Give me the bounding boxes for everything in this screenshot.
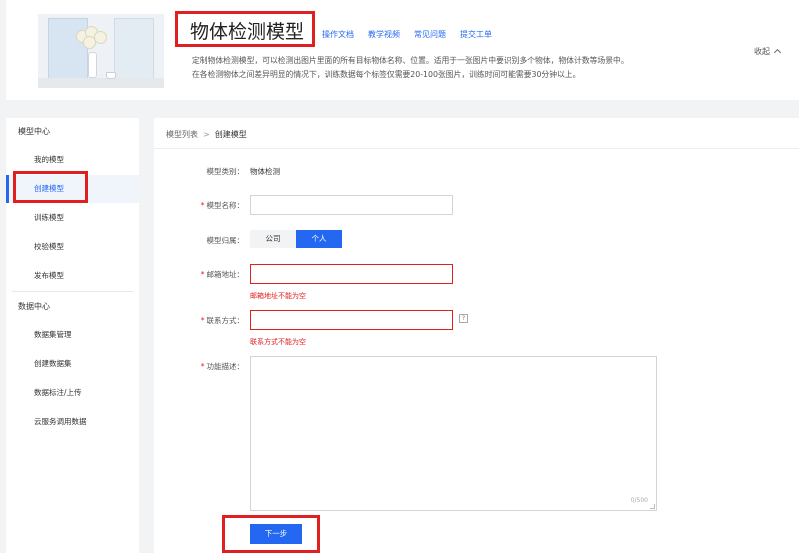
sidebar-item-validate-model[interactable]: 校验模型 [6, 233, 139, 261]
breadcrumb-divider [154, 148, 799, 149]
link-faq[interactable]: 常见问题 [414, 29, 446, 40]
breadcrumb-separator: > [203, 130, 210, 139]
chevron-up-icon [773, 48, 782, 57]
sidebar-item-cloud-service-data[interactable]: 云服务调用数据 [6, 408, 139, 436]
breadcrumb: 模型列表 > 创建模型 [166, 129, 247, 140]
model-intro-header [6, 0, 799, 100]
description-textarea[interactable]: 0/500 [250, 356, 657, 511]
help-icon[interactable]: ? [459, 314, 468, 323]
description-label: * 功能描述： [200, 362, 244, 371]
link-docs[interactable]: 操作文档 [322, 29, 354, 40]
sidebar-item-dataset-management[interactable]: 数据集管理 [6, 321, 139, 349]
collapse-label: 收起 [754, 47, 770, 56]
sidebar-item-publish-model[interactable]: 发布模型 [6, 262, 139, 290]
breadcrumb-current: 创建模型 [214, 130, 247, 139]
model-type-value: 物体检测 [250, 167, 280, 176]
resize-handle-icon[interactable] [650, 504, 655, 509]
page-title: 物体检测模型 [190, 21, 305, 43]
description-char-counter: 0/500 [630, 497, 648, 504]
header-links: 操作文档 教学视频 常见问题 提交工单 [322, 29, 492, 40]
collapse-toggle[interactable]: 收起 [754, 46, 782, 57]
description-line-2: 在各检测物体之间差异明显的情况下，训练数据每个标签仅需要20-100张图片，训练… [192, 70, 581, 79]
sidebar-item-my-models[interactable]: 我的模型 [6, 146, 139, 174]
required-mark: * [200, 316, 205, 325]
contact-label: * 联系方式： [200, 316, 244, 325]
model-type-label: 模型类别： [206, 167, 245, 176]
email-label: * 邮箱地址： [200, 270, 244, 279]
ownership-option-company[interactable]: 公司 [250, 230, 296, 248]
required-mark: * [200, 270, 205, 279]
header-thumbnail-image [38, 14, 164, 88]
next-step-button[interactable]: 下一步 [250, 524, 302, 544]
ownership-toggle: 公司 个人 [250, 230, 342, 248]
main-panel: 模型列表 > 创建模型 模型类别： 物体检测 * 模型名称： 模型归属： 公司 个人 … [154, 118, 799, 553]
active-item-highlight-box [13, 171, 88, 203]
sidebar-divider [12, 291, 133, 292]
breadcrumb-model-list[interactable]: 模型列表 [166, 130, 198, 139]
model-name-input[interactable] [250, 195, 453, 215]
email-input[interactable] [250, 264, 453, 284]
description-line-1: 定制物体检测模型，可以检测出图片里面的所有目标物体名称、位置。适用于一张图片中要… [192, 56, 629, 65]
ownership-option-personal[interactable]: 个人 [296, 230, 342, 248]
contact-input[interactable] [250, 310, 453, 330]
sidebar-item-train-model[interactable]: 训练模型 [6, 204, 139, 232]
required-mark: * [200, 201, 205, 210]
link-submit-ticket[interactable]: 提交工单 [460, 29, 492, 40]
sidebar-group-model-center: 模型中心 [18, 127, 50, 136]
ownership-label: 模型归属： [206, 236, 245, 245]
link-tutorial-video[interactable]: 教学视频 [368, 29, 400, 40]
sidebar-item-create-dataset[interactable]: 创建数据集 [6, 350, 139, 378]
contact-error-message: 联系方式不能为空 [250, 338, 306, 346]
header-description: 定制物体检测模型，可以检测出图片里面的所有目标物体名称、位置。适用于一张图片中要… [192, 54, 740, 82]
email-error-message: 邮箱地址不能为空 [250, 292, 306, 300]
sidebar-group-data-center: 数据中心 [18, 302, 50, 311]
model-name-label: * 模型名称： [200, 201, 244, 210]
required-mark: * [200, 362, 205, 371]
sidebar-item-data-labeling-upload[interactable]: 数据标注/上传 [6, 379, 139, 407]
